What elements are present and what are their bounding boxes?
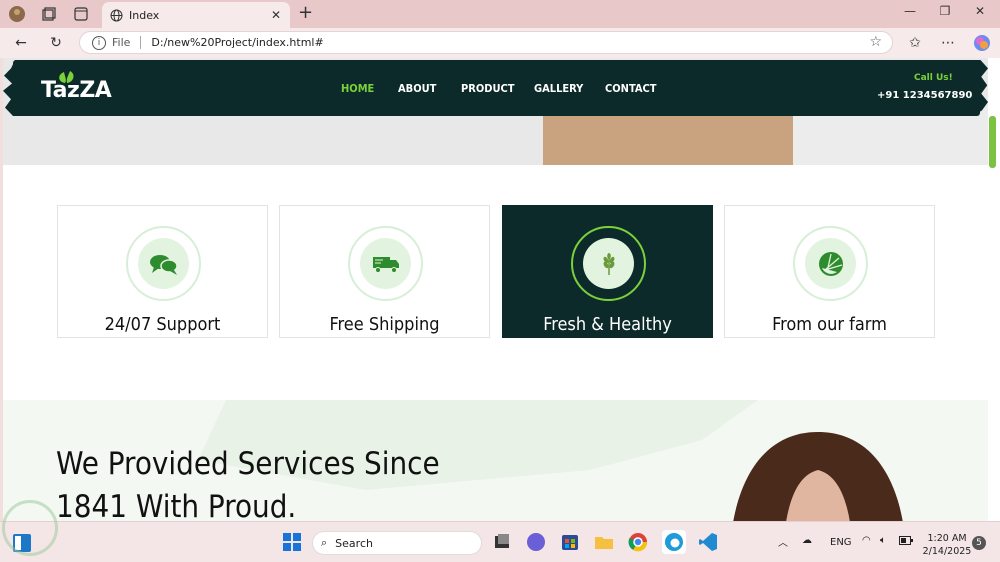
clock[interactable]: 1:20 AM 2/14/2025 [920,532,974,558]
windows-taskbar: ⌕ Search ︿ ☁ ENG ◠ 🔈︎ 1:20 AM 2/14/2025 … [0,521,1000,562]
person-photo [733,432,903,521]
feature-card-fresh[interactable]: Fresh & Healthy [502,205,713,338]
address-bar[interactable]: i File D:/new%20Project/index.html# ☆ [79,31,893,54]
volume-icon[interactable]: 🔈︎ [880,535,886,546]
onedrive-icon[interactable]: ☁ [802,535,812,546]
start-icon[interactable] [282,532,302,552]
about-heading: We Provided Services Since 1841 With Pro… [56,446,440,521]
task-view-icon[interactable] [492,532,512,552]
feature-card-farm[interactable]: From our farm [724,205,935,338]
feature-card-support[interactable]: 24/07 Support [57,205,268,338]
close-window-icon[interactable]: ✕ [968,4,992,18]
page-viewport: TazZA HOME ABOUT PRODUCT GALLERY CONTACT… [3,58,988,521]
show-hidden-icons[interactable]: ︿ [778,534,788,549]
browser-tab-bar: Index ✕ + — ❐ ✕ [0,0,1000,28]
chat-icon [149,254,178,275]
site-logo[interactable]: TazZA [41,78,112,103]
favorites-icon[interactable]: ✩ [905,33,925,53]
call-label: Call Us! [914,73,953,83]
url-text[interactable]: D:/new%20Project/index.html# [151,36,323,49]
favorite-star-icon[interactable]: ☆ [869,34,882,50]
workspaces-icon[interactable] [40,5,58,23]
new-tab-icon[interactable]: + [298,4,313,22]
notification-badge[interactable]: 5 [972,536,986,550]
restore-icon[interactable]: ❐ [933,4,957,18]
globe-icon [110,9,123,21]
feature-label: Fresh & Healthy [543,314,672,335]
phone-number[interactable]: +91 1234567890 [877,90,972,101]
vscode-icon[interactable] [698,532,718,552]
nav-home[interactable]: HOME [341,82,374,95]
tab-title: Index [129,8,160,22]
nav-contact[interactable]: CONTACT [605,82,657,95]
wifi-icon[interactable]: ◠ [862,535,871,546]
lime-icon [818,251,843,276]
feature-label: 24/07 Support [104,314,221,335]
nav-about[interactable]: ABOUT [398,82,436,95]
copilot-icon[interactable] [972,33,992,53]
scrollbar-thumb[interactable] [989,116,996,168]
truck-icon [372,256,399,273]
wheat-icon [603,252,614,275]
nav-gallery[interactable]: GALLERY [534,82,583,95]
watermark-icon [2,500,58,556]
edge-icon[interactable] [662,530,686,554]
search-icon: ⌕ [321,536,328,549]
chrome-icon[interactable] [628,532,648,552]
battery-icon[interactable] [899,536,913,548]
feature-label: From our farm [772,314,887,335]
chat-app-icon[interactable] [526,532,546,552]
feature-label: Free Shipping [329,314,440,335]
language-indicator[interactable]: ENG [830,537,852,548]
more-options-icon[interactable]: ⋯ [938,33,958,53]
taskbar-search[interactable]: ⌕ Search [312,531,482,555]
tab-index[interactable]: Index ✕ [102,2,290,28]
feature-card-shipping[interactable]: Free Shipping [279,205,490,338]
minimize-icon[interactable]: — [898,4,922,18]
browser-toolbar: ← ↻ i File D:/new%20Project/index.html# … [0,28,1000,58]
reload-icon[interactable]: ↻ [46,33,66,53]
back-icon[interactable]: ← [11,33,31,53]
profile-avatar-icon[interactable] [8,5,26,23]
close-tab-icon[interactable]: ✕ [268,8,284,22]
address-prefix: File [112,36,131,49]
tab-actions-icon[interactable] [72,5,90,23]
store-icon[interactable] [560,532,580,552]
file-explorer-icon[interactable] [594,532,614,552]
info-icon[interactable]: i [92,35,106,50]
nav-product[interactable]: PRODUCT [461,82,515,95]
